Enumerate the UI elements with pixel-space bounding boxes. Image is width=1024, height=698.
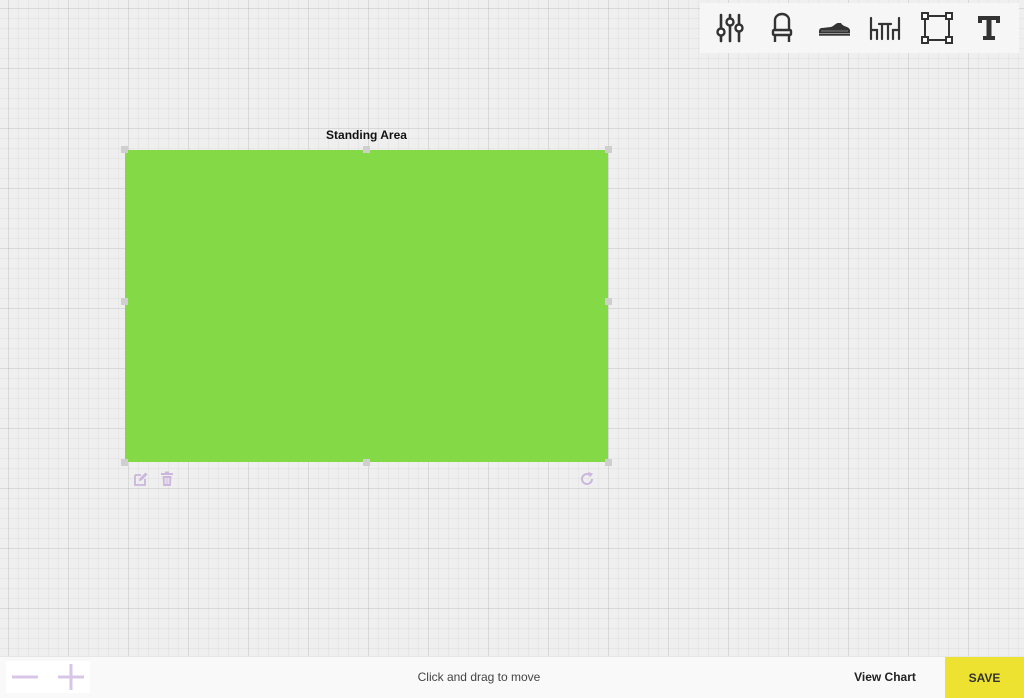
resize-handle-n[interactable] <box>363 146 370 153</box>
standing-area-shape[interactable] <box>121 146 612 466</box>
delete-area-button[interactable] <box>158 470 176 488</box>
tool-palette <box>700 3 1019 53</box>
sliders-icon <box>716 13 744 43</box>
standing-tool[interactable] <box>814 8 854 48</box>
resize-handle-w[interactable] <box>121 298 128 305</box>
edit-area-button[interactable] <box>132 470 150 488</box>
text-tool[interactable] <box>969 8 1009 48</box>
table-tool[interactable] <box>865 8 905 48</box>
shoe-icon <box>818 23 850 36</box>
trash-icon <box>161 471 173 486</box>
area-actions <box>132 470 176 488</box>
resize-handle-e[interactable] <box>605 298 612 305</box>
view-chart-link[interactable]: View Chart <box>835 670 935 684</box>
save-button[interactable]: SAVE <box>945 657 1024 698</box>
rotate-icon <box>581 472 594 485</box>
rotate-area-button[interactable] <box>578 470 596 488</box>
table-icon <box>870 16 901 41</box>
resize-handle-nw[interactable] <box>121 146 128 153</box>
edit-icon <box>134 472 148 486</box>
resize-handle-se[interactable] <box>605 459 612 466</box>
text-icon <box>978 16 1001 40</box>
area-label: Standing Area <box>326 128 407 142</box>
resize-handle-s[interactable] <box>363 459 370 466</box>
bottom-bar: Click and drag to move View Chart SAVE <box>0 656 1024 698</box>
drag-hint: Click and drag to move <box>417 670 541 684</box>
settings-tool[interactable] <box>710 8 750 48</box>
chair-tool[interactable] <box>762 8 802 48</box>
chair-icon <box>771 12 792 42</box>
resize-handle-ne[interactable] <box>605 146 612 153</box>
shape-tool[interactable] <box>917 8 957 48</box>
selection-box-icon <box>921 12 954 44</box>
resize-handle-sw[interactable] <box>121 459 128 466</box>
